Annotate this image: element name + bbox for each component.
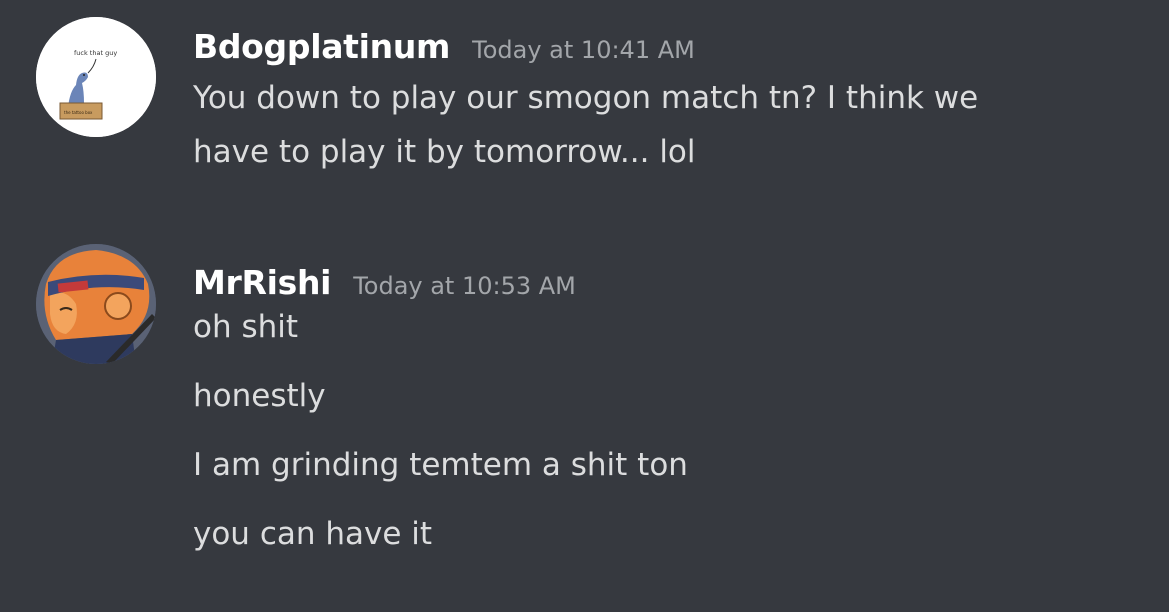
message-group-mrrishi: MrRishi Today at 10:53 AM oh shit honest… [0, 230, 1169, 612]
username[interactable]: Bdogplatinum [193, 27, 450, 66]
avatar[interactable]: fuck that guy the tattoo box [36, 17, 156, 137]
username[interactable]: MrRishi [193, 263, 331, 302]
avatar[interactable] [36, 244, 156, 364]
message-content: Bdogplatinum Today at 10:41 AM You down … [193, 27, 1149, 179]
timestamp[interactable]: Today at 10:53 AM [353, 272, 576, 300]
orange-ninja-character-avatar-image [36, 244, 156, 364]
message-line: You down to play our smogon match tn? I … [193, 80, 979, 116]
message-line: honestly [193, 378, 326, 414]
dinosaur-in-box-avatar-image: fuck that guy the tattoo box [36, 17, 156, 137]
message-line: I am grinding temtem a shit ton [193, 447, 688, 483]
avatar-box-label: the tattoo box [64, 110, 93, 115]
message-line: you can have it [193, 516, 433, 552]
message-header: Bdogplatinum Today at 10:41 AM [193, 27, 1149, 71]
message-group-bdogplatinum: fuck that guy the tattoo box Bdogplatinu… [0, 0, 1169, 220]
message-line: have to play it by tomorrow... lol [193, 134, 696, 170]
timestamp[interactable]: Today at 10:41 AM [472, 36, 695, 64]
message-header: MrRishi Today at 10:53 AM [193, 263, 1149, 307]
message-line: oh shit [193, 309, 299, 345]
message-content: MrRishi Today at 10:53 AM oh shit honest… [193, 263, 1149, 583]
avatar-caption: fuck that guy [74, 49, 117, 57]
